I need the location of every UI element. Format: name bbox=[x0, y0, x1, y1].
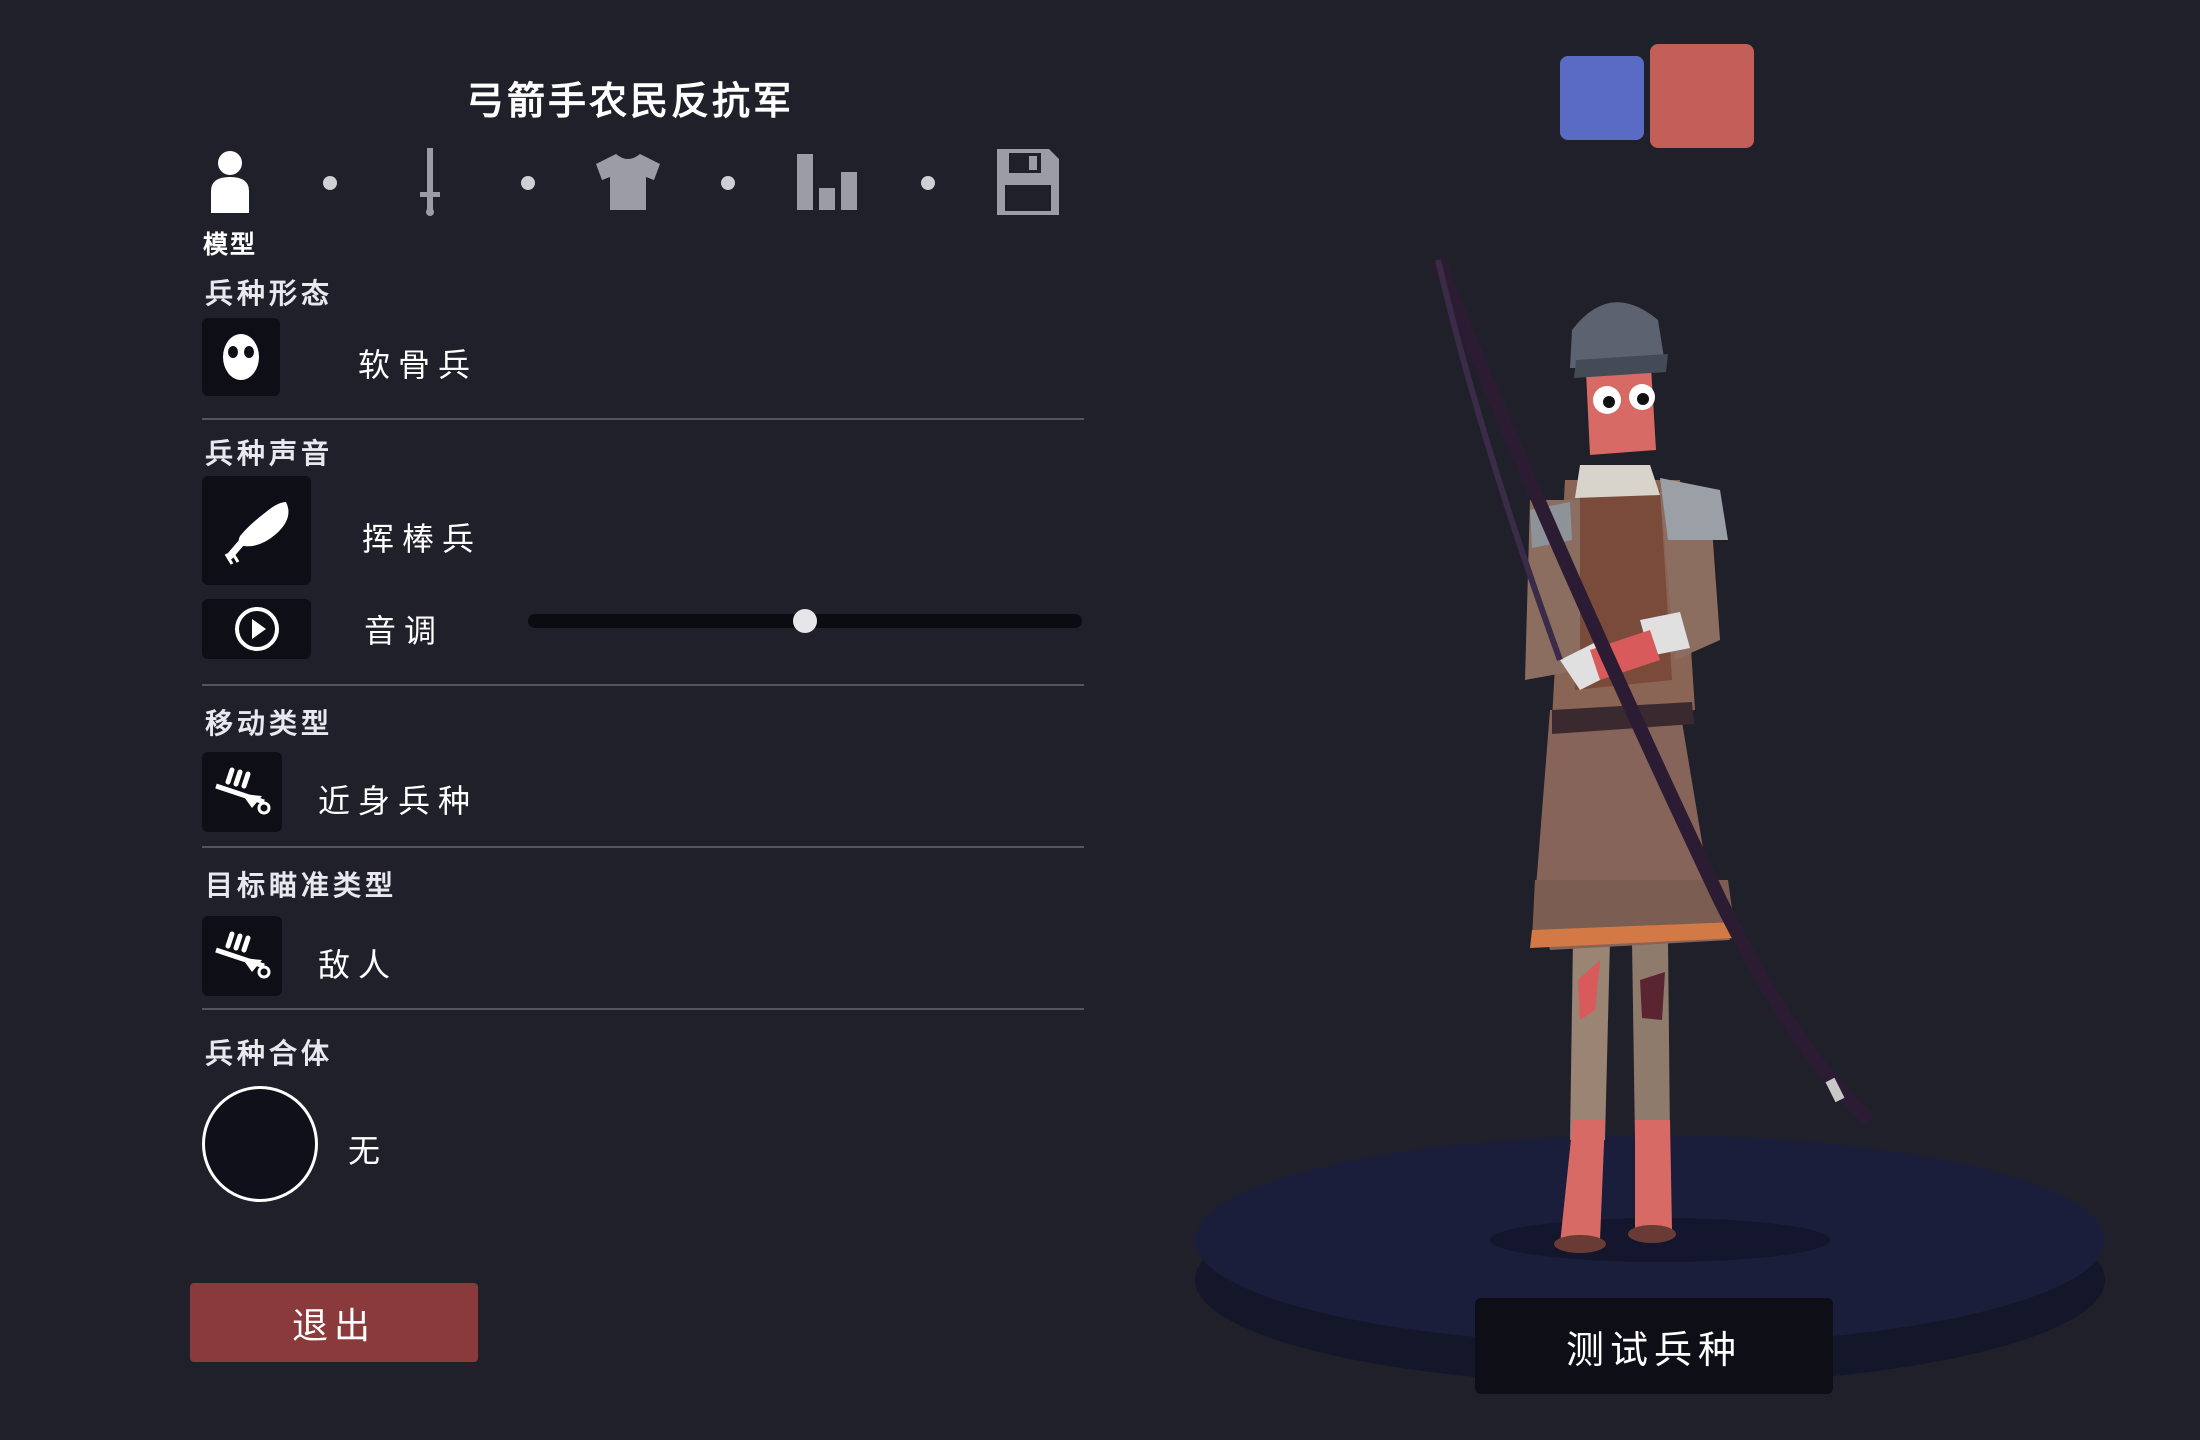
target-type-label: 目标瞄准类型 bbox=[205, 869, 398, 902]
pitch-slider-handle[interactable] bbox=[793, 609, 817, 633]
save-icon bbox=[997, 149, 1059, 215]
unit-combo-value: 无 bbox=[348, 1132, 389, 1170]
section-divider bbox=[202, 846, 1084, 848]
archer-unit-model bbox=[1431, 257, 1875, 1253]
pitch-label: 音调 bbox=[364, 612, 445, 650]
melee-target-icon bbox=[215, 931, 271, 979]
movement-type-value: 近身兵种 bbox=[318, 782, 479, 820]
unit-voice-value: 挥棒兵 bbox=[362, 520, 483, 558]
clothing-step-button[interactable] bbox=[588, 142, 668, 222]
unit-form-value: 软骨兵 bbox=[358, 346, 479, 384]
unit-preview-scene bbox=[1195, 257, 2105, 1385]
unit-form-button[interactable] bbox=[202, 318, 280, 396]
melee-target-icon bbox=[215, 767, 271, 815]
model-step-button[interactable] bbox=[190, 142, 270, 222]
movement-type-label: 移动类型 bbox=[205, 707, 334, 740]
weapons-step-button[interactable] bbox=[390, 142, 470, 222]
stats-step-button[interactable] bbox=[788, 142, 868, 222]
unit-voice-label: 兵种声音 bbox=[205, 437, 334, 470]
section-divider bbox=[202, 418, 1084, 420]
step-separator-dot bbox=[921, 176, 935, 190]
blue-team-swatch[interactable] bbox=[1560, 56, 1644, 140]
target-type-value: 敌人 bbox=[318, 946, 399, 984]
unit-combo-label: 兵种合体 bbox=[205, 1037, 334, 1070]
unit-combo-button[interactable] bbox=[202, 1086, 318, 1202]
step-separator-dot bbox=[721, 176, 735, 190]
unit-name-title: 弓箭手农民反抗军 bbox=[465, 79, 794, 123]
section-divider bbox=[202, 1008, 1084, 1010]
step-separator-dot bbox=[323, 176, 337, 190]
exit-button[interactable]: 退出 bbox=[190, 1283, 478, 1362]
save-step-button[interactable] bbox=[988, 142, 1068, 222]
target-type-button[interactable] bbox=[202, 916, 282, 996]
unit-form-label: 兵种形态 bbox=[205, 277, 334, 310]
sword-icon bbox=[420, 148, 440, 216]
ragdoll-face-icon bbox=[223, 334, 259, 380]
movement-type-button[interactable] bbox=[202, 752, 282, 832]
red-team-swatch[interactable] bbox=[1650, 44, 1754, 148]
club-icon bbox=[224, 501, 288, 565]
play-voice-button[interactable] bbox=[202, 599, 311, 659]
shirt-icon bbox=[596, 154, 660, 210]
play-icon bbox=[234, 607, 279, 651]
test-unit-button[interactable]: 测试兵种 bbox=[1475, 1298, 1833, 1394]
person-icon bbox=[211, 151, 249, 213]
step-separator-dot bbox=[521, 176, 535, 190]
section-divider bbox=[202, 684, 1084, 686]
stats-icon bbox=[797, 154, 857, 210]
unit-voice-button[interactable] bbox=[202, 476, 311, 585]
active-step-label: 模型 bbox=[203, 230, 258, 259]
